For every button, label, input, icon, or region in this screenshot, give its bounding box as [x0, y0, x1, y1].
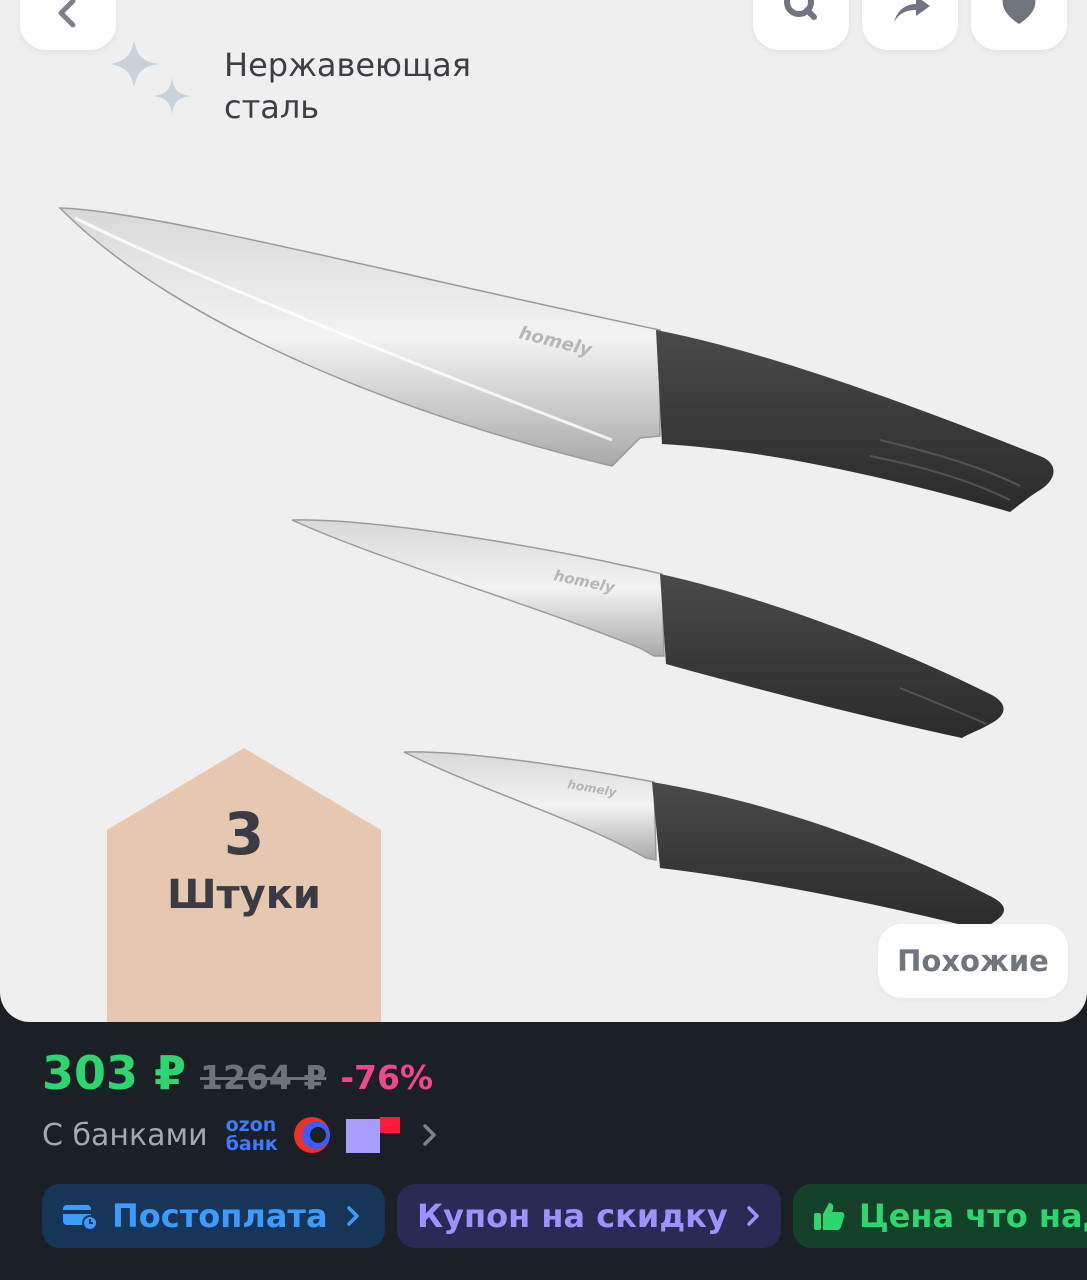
- price-old: 1264 ₽: [200, 1058, 327, 1097]
- chevron-right-icon: [346, 1206, 359, 1226]
- chevron-right-icon: [746, 1206, 759, 1226]
- chevron-left-icon: [58, 0, 76, 28]
- feature-highlight: Нержавеющая сталь: [104, 36, 514, 128]
- share-icon: [894, 0, 930, 22]
- sparkle-icon: [110, 40, 190, 114]
- heart-icon: [1002, 0, 1036, 24]
- chip-good-price[interactable]: Цена что надо: [793, 1184, 1087, 1248]
- chip-postpay-label: Постоплата: [112, 1197, 328, 1235]
- back-button[interactable]: [20, 0, 116, 50]
- similar-button[interactable]: Похожие: [878, 924, 1068, 998]
- bank-offers-label: С банками: [42, 1117, 208, 1153]
- chip-good-price-label: Цена что надо: [859, 1197, 1087, 1235]
- ozon-logo-line2: банк: [225, 1133, 278, 1155]
- price-row: 303 ₽ 1264 ₽ -76%: [42, 1046, 433, 1100]
- badge-label: Штуки: [167, 872, 321, 918]
- card-clock-icon: [63, 1205, 98, 1231]
- utility-knife: [291, 519, 1004, 738]
- chevron-right-icon: [423, 1124, 436, 1146]
- share-button[interactable]: [862, 0, 958, 50]
- chip-coupon[interactable]: Купон на скидку: [397, 1184, 781, 1248]
- price-discount: -76%: [340, 1058, 434, 1097]
- search-button[interactable]: [753, 0, 849, 50]
- chip-coupon-label: Купон на скидку: [417, 1197, 728, 1235]
- favorite-button[interactable]: [971, 0, 1067, 50]
- bank-offers-row[interactable]: С банками ozon банк: [42, 1110, 438, 1160]
- chef-knife: [58, 207, 1054, 512]
- thumbs-up-icon: [814, 1203, 845, 1230]
- product-gallery[interactable]: Нержавеющая сталь homely homely homely 3…: [0, 0, 1087, 1022]
- badge-count: 3: [223, 800, 265, 868]
- price-current: 303 ₽: [42, 1046, 187, 1100]
- bank-logo-circle-icon: [293, 1117, 330, 1153]
- ozon-bank-logo: ozon банк: [226, 1116, 278, 1154]
- feature-label: Нержавеющая сталь: [224, 46, 471, 126]
- paring-knife: [403, 751, 1004, 930]
- search-icon: [784, 0, 817, 20]
- chip-postpay[interactable]: Постоплата: [42, 1184, 385, 1248]
- bank-logo-square-icon: [345, 1117, 400, 1153]
- promo-chips: Постоплата Купон на скидку Цена что надо: [42, 1184, 1087, 1248]
- product-screen: { "gallery": { "feature_label": "Нержаве…: [0, 0, 1087, 1280]
